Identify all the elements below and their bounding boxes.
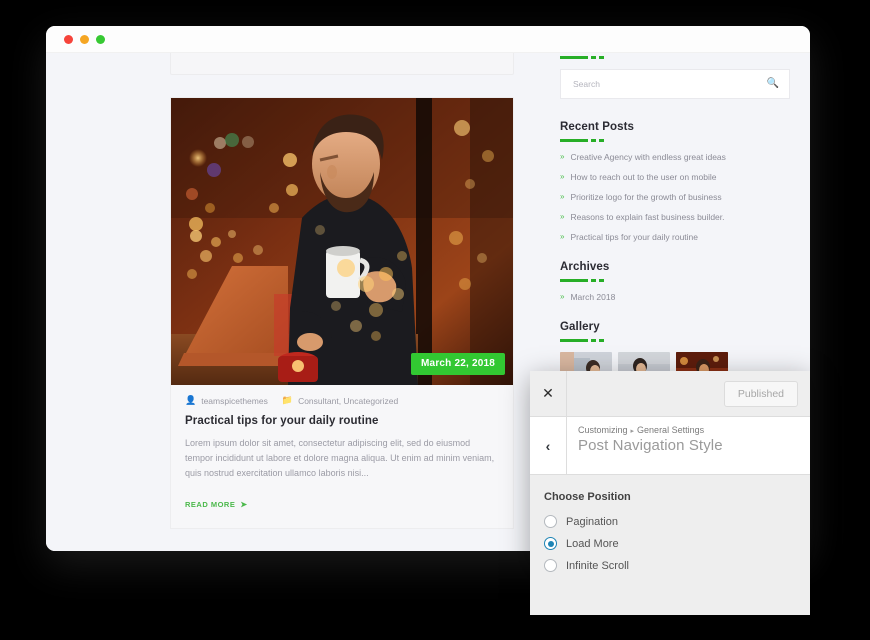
radio-option-load-more[interactable]: Load More — [544, 537, 796, 550]
customizer-panel: ✕ Published ‹ Customizing ▸ General Settin… — [530, 371, 810, 615]
recent-posts-title: Recent Posts — [560, 121, 635, 133]
underline-long — [560, 279, 588, 282]
breadcrumb-root[interactable]: Customizing — [578, 425, 628, 435]
radio-label: Infinite Scroll — [566, 559, 629, 572]
customizer-header-text: Customizing ▸ General Settings Post Naviga… — [567, 417, 810, 474]
post-card: March 22, 2018 👤 teamspicethemes 📁 Consu… — [170, 97, 514, 529]
bullet-icon: » — [560, 192, 565, 201]
folder-icon: 📁 — [281, 395, 294, 405]
list-item-label: March 2018 — [570, 292, 616, 302]
post-author[interactable]: teamspicethemes — [201, 396, 268, 406]
bullet-icon: » — [560, 172, 565, 181]
featured-image-illustration — [171, 98, 513, 385]
customizer-topbar: ✕ Published — [530, 371, 810, 417]
widget-underline — [560, 339, 790, 342]
list-item-label: Reasons to explain fast business builder… — [570, 212, 725, 222]
radio-icon[interactable] — [544, 559, 557, 572]
underline-long — [560, 139, 588, 142]
list-item[interactable]: » Creative Agency with endless great ide… — [560, 152, 790, 162]
chevron-left-icon[interactable]: ‹ — [530, 417, 567, 474]
breadcrumb: Customizing ▸ General Settings — [578, 425, 810, 435]
list-item[interactable]: » Prioritize logo for the growth of busi… — [560, 192, 790, 202]
bullet-icon: » — [560, 232, 565, 241]
radio-icon[interactable] — [544, 515, 557, 528]
customizer-topbar-right: Published — [567, 371, 810, 416]
gallery-title: Gallery — [560, 321, 600, 333]
recent-posts-list: » Creative Agency with endless great ide… — [560, 152, 790, 242]
radio-option-infinite-scroll[interactable]: Infinite Scroll — [544, 559, 796, 572]
radio-option-pagination[interactable]: Pagination — [544, 515, 796, 528]
user-icon: 👤 — [185, 395, 197, 405]
read-more-link[interactable]: READ MORE ➤ — [185, 500, 248, 509]
previous-post-card-stub — [170, 53, 514, 75]
post-categories[interactable]: Consultant, Uncategorized — [298, 396, 398, 406]
bullet-icon: » — [560, 152, 565, 161]
underline-long — [560, 56, 588, 59]
window-minimize-dot[interactable] — [80, 34, 89, 44]
page-title: Post Navigation Style — [578, 437, 723, 454]
window-close-dot[interactable] — [64, 34, 73, 44]
widget-underline — [560, 279, 790, 282]
post-body: 👤 teamspicethemes 📁 Consultant, Uncatego… — [171, 385, 513, 528]
post-excerpt: Lorem ipsum dolor sit amet, consectetur … — [185, 438, 495, 478]
bullet-icon: » — [560, 292, 565, 301]
list-item[interactable]: » March 2018 — [560, 292, 790, 302]
customizer-section-header: ‹ Customizing ▸ General Settings Post Navi… — [530, 417, 810, 475]
archives-title: Archives — [560, 261, 610, 273]
post-list-column: March 22, 2018 👤 teamspicethemes 📁 Consu… — [60, 53, 540, 551]
underline-short-1 — [591, 139, 596, 142]
bullet-icon: » — [560, 212, 565, 221]
underline-short-1 — [591, 339, 596, 342]
list-item-label: Prioritize logo for the growth of busine… — [570, 192, 722, 202]
search-widget[interactable]: 🔍 — [560, 69, 790, 99]
widget-underline — [560, 139, 790, 142]
breadcrumb-separator-icon: ▸ — [630, 428, 635, 435]
widget-underline-top — [560, 56, 790, 59]
window-maximize-dot[interactable] — [96, 34, 105, 44]
list-item[interactable]: » Reasons to explain fast business build… — [560, 212, 790, 222]
radio-label: Pagination — [566, 515, 618, 528]
radio-label: Load More — [566, 537, 619, 550]
underline-short-2 — [599, 339, 604, 342]
post-featured-image: March 22, 2018 — [171, 98, 513, 385]
post-meta: 👤 teamspicethemes 📁 Consultant, Uncatego… — [185, 395, 499, 406]
post-date-badge: March 22, 2018 — [411, 353, 505, 375]
choose-position-label: Choose Position — [544, 491, 631, 503]
list-item-label: Practical tips for your daily routine — [570, 232, 699, 242]
underline-short-2 — [599, 139, 604, 142]
archives-list: » March 2018 — [560, 292, 790, 302]
search-input[interactable] — [571, 78, 767, 90]
underline-short-1 — [591, 279, 596, 282]
archives-widget: Archives » March 2018 — [560, 261, 790, 302]
published-button[interactable]: Published — [723, 380, 798, 407]
browser-titlebar — [46, 26, 810, 53]
customizer-body: Choose Position Pagination Load More Inf… — [530, 475, 810, 615]
list-item[interactable]: » Practical tips for your daily routine — [560, 232, 790, 242]
read-more-label: READ MORE — [185, 499, 236, 509]
underline-short-2 — [599, 56, 604, 59]
search-icon[interactable]: 🔍 — [767, 79, 779, 89]
list-item-label: How to reach out to the user on mobile — [570, 172, 717, 182]
post-title[interactable]: Practical tips for your daily routine — [185, 415, 499, 427]
arrow-right-icon: ➤ — [240, 499, 248, 509]
breadcrumb-section[interactable]: General Settings — [637, 425, 704, 435]
underline-short-1 — [591, 56, 596, 59]
underline-short-2 — [599, 279, 604, 282]
recent-posts-widget: Recent Posts » Creative Agency with endl… — [560, 121, 790, 242]
radio-icon-selected[interactable] — [544, 537, 557, 550]
list-item-label: Creative Agency with endless great ideas — [570, 152, 726, 162]
underline-long — [560, 339, 588, 342]
close-icon[interactable]: ✕ — [530, 371, 567, 416]
list-item[interactable]: » How to reach out to the user on mobile — [560, 172, 790, 182]
